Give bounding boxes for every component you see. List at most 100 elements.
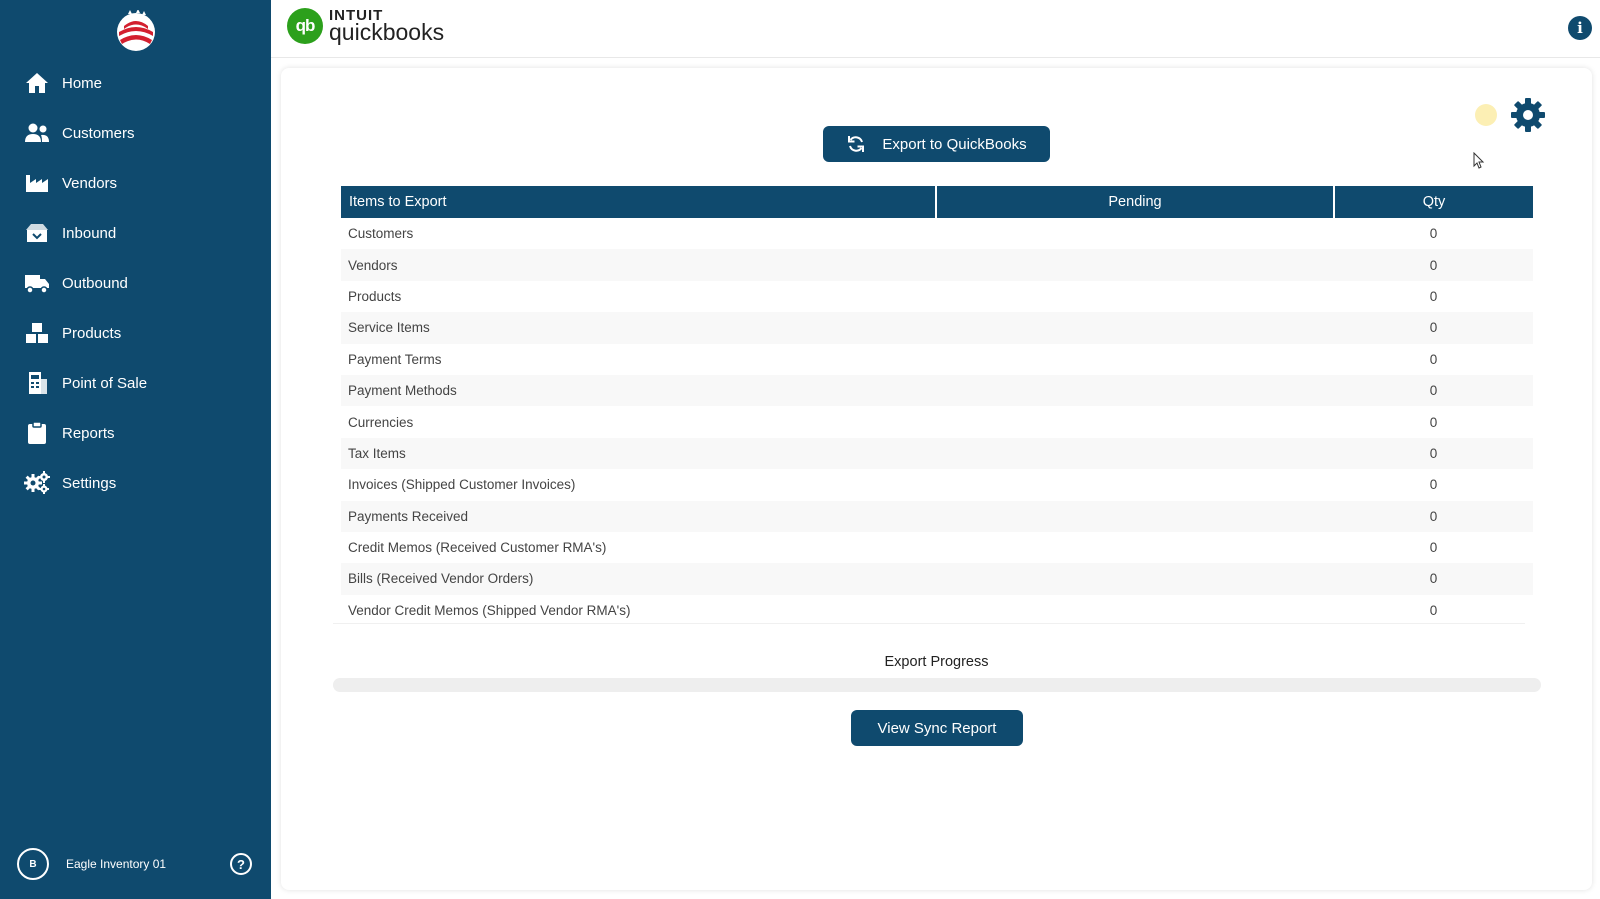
qty-cell: 0 — [1334, 374, 1533, 407]
export-progress-bar — [333, 678, 1541, 692]
users-icon — [24, 120, 50, 146]
qty-cell: 0 — [1429, 414, 1438, 430]
pending-cell — [936, 344, 1334, 375]
qty-cell: 0 — [1334, 249, 1533, 281]
item-name-cell: Service Items — [341, 312, 936, 344]
item-name-cell: Payment Terms — [348, 351, 442, 367]
qty-cell: 0 — [1334, 563, 1533, 595]
qty-cell: 0 — [1334, 312, 1533, 344]
qty-cell: 0 — [1429, 477, 1438, 493]
qty-cell: 0 — [1334, 500, 1533, 532]
brand-quickbooks: quickbooks — [329, 19, 445, 45]
table-row: Payment Methods 0 — [341, 374, 1533, 407]
sidebar-item-label: Inbound — [62, 224, 117, 242]
view-sync-report-button[interactable]: View Sync Report — [851, 710, 1023, 746]
table-row: Currencies 0 — [341, 406, 1533, 437]
qty-cell: 0 — [1429, 288, 1438, 304]
sidebar-nav: Home Customers Vendors Inbound Outbound — [0, 58, 271, 508]
truck-icon — [24, 270, 50, 296]
sidebar-item-outbound[interactable]: Outbound — [0, 258, 271, 308]
status-indicator-dot — [1475, 104, 1497, 126]
export-to-quickbooks-button[interactable]: Export to QuickBooks — [823, 126, 1050, 162]
table-row: Bills (Received Vendor Orders) 0 — [341, 563, 1533, 595]
sidebar-item-vendors[interactable]: Vendors — [0, 158, 271, 208]
export-progress-label: Export Progress — [884, 654, 989, 670]
column-header-pending[interactable]: Pending — [936, 186, 1335, 218]
column-header-qty[interactable]: Qty — [1334, 186, 1533, 218]
sidebar-item-settings[interactable]: Settings — [0, 458, 271, 508]
export-panel: Export to QuickBooks Items to Export Pen… — [281, 68, 1592, 890]
export-items-table: Items to Export Pending Qty Customers 0 V… — [341, 186, 1533, 626]
sidebar-item-products[interactable]: Products — [0, 308, 271, 358]
sidebar-item-label: Reports — [62, 424, 115, 442]
qty-cell: 0 — [1429, 351, 1438, 367]
item-name-cell: Customers — [348, 226, 414, 242]
eagle-flag-logo — [117, 10, 155, 51]
sidebar-footer: B Eagle Inventory 01 ? — [0, 848, 271, 884]
sync-icon — [848, 136, 865, 152]
table-row: Credit Memos (Received Customer RMA's) 0 — [341, 532, 1533, 563]
sidebar-item-home[interactable]: Home — [0, 58, 271, 108]
info-icon[interactable]: i — [1568, 16, 1592, 40]
pending-cell — [936, 532, 1334, 563]
sidebar: Home Customers Vendors Inbound Outbound — [0, 0, 271, 899]
user-avatar[interactable]: B — [17, 848, 49, 880]
item-name-cell: Invoices (Shipped Customer Invoices) — [348, 477, 576, 493]
table-bottom-divider — [333, 612, 1525, 624]
pending-cell — [936, 563, 1334, 595]
inbound-box-icon — [24, 220, 50, 246]
item-name-cell: Products — [348, 288, 402, 304]
export-button-label: Export to QuickBooks — [882, 135, 1027, 153]
qty-cell: 0 — [1429, 226, 1438, 242]
pending-cell — [936, 218, 1334, 249]
table-row: Payments Received 0 — [341, 500, 1533, 532]
mouse-cursor-icon — [1473, 152, 1485, 169]
sidebar-item-label: Settings — [62, 474, 117, 492]
home-icon — [24, 70, 50, 96]
settings-gear-icon[interactable] — [1509, 96, 1547, 134]
table-row: Payment Terms 0 — [341, 344, 1533, 375]
pending-cell — [936, 469, 1334, 500]
sidebar-item-label: Products — [62, 324, 122, 342]
qty-cell: 0 — [1429, 540, 1438, 556]
pending-cell — [936, 500, 1334, 532]
table-row: Vendors 0 — [341, 249, 1533, 281]
item-name-cell: Credit Memos (Received Customer RMA's) — [348, 540, 607, 556]
quickbooks-badge-icon: qb — [287, 8, 323, 44]
sync-report-button-label: View Sync Report — [877, 719, 997, 737]
register-icon — [24, 370, 50, 396]
factory-icon — [24, 170, 50, 196]
sidebar-item-point-of-sale[interactable]: Point of Sale — [0, 358, 271, 408]
sidebar-item-customers[interactable]: Customers — [0, 108, 271, 158]
top-header: qb INTUIT quickbooks i — [271, 0, 1600, 58]
pending-cell — [936, 437, 1334, 470]
table-row: Tax Items 0 — [341, 437, 1533, 470]
item-name-cell: Currencies — [348, 414, 414, 430]
pending-cell — [936, 312, 1334, 344]
table-row: Invoices (Shipped Customer Invoices) 0 — [341, 469, 1533, 500]
table-row: Products 0 — [341, 281, 1533, 312]
pending-cell — [936, 281, 1334, 312]
user-name: Eagle Inventory 01 — [66, 857, 167, 871]
table-row: Customers 0 — [341, 218, 1533, 249]
sidebar-item-label: Customers — [62, 124, 135, 142]
sidebar-item-label: Outbound — [62, 274, 128, 292]
help-icon[interactable]: ? — [230, 853, 252, 875]
item-name-cell: Bills (Received Vendor Orders) — [341, 563, 936, 595]
gears-icon — [24, 470, 50, 496]
pending-cell — [936, 249, 1334, 281]
item-name-cell: Tax Items — [341, 437, 936, 470]
qty-cell: 0 — [1334, 437, 1533, 470]
column-header-items[interactable]: Items to Export — [341, 186, 937, 218]
pending-cell — [936, 406, 1334, 437]
clipboard-icon — [24, 420, 50, 446]
item-name-cell: Payments Received — [341, 500, 936, 532]
sidebar-item-label: Home — [62, 74, 103, 92]
quickbooks-logo: qb INTUIT quickbooks — [287, 8, 444, 44]
sidebar-item-inbound[interactable]: Inbound — [0, 208, 271, 258]
sidebar-item-reports[interactable]: Reports — [0, 408, 271, 458]
table-header-row: Items to Export Pending Qty — [341, 186, 1533, 218]
sidebar-item-label: Point of Sale — [62, 374, 148, 392]
table-row: Service Items 0 — [341, 312, 1533, 344]
boxes-icon — [24, 320, 50, 346]
